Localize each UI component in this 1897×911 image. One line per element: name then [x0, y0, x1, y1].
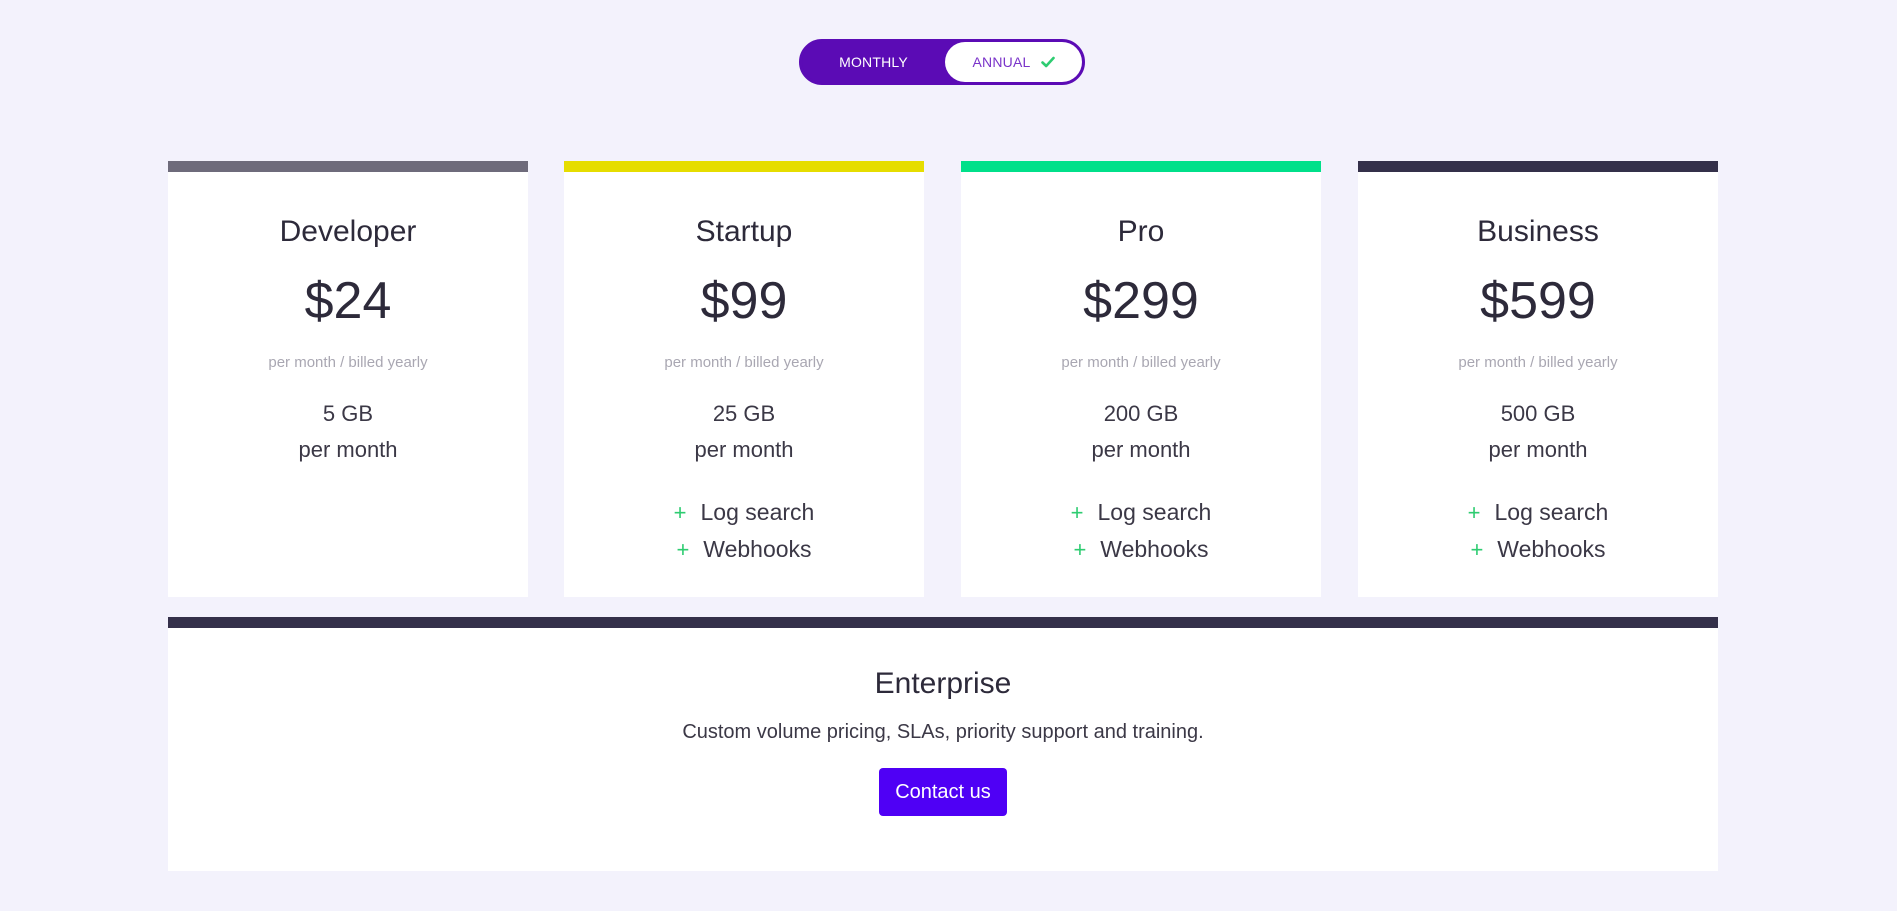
plan-feature-list: + Log search + Webhooks — [961, 494, 1321, 568]
plan-storage-amount: 5 GB — [322, 401, 374, 426]
enterprise-title: Enterprise — [874, 667, 1012, 700]
feature-item: + Log search — [961, 494, 1321, 531]
feature-item: + Webhooks — [1358, 531, 1718, 568]
plan-card-pro: Pro $299 per month / billed yearly 200 G… — [961, 161, 1321, 597]
billing-toggle[interactable]: MONTHLY ANNUAL — [799, 39, 1085, 85]
monthly-option[interactable]: MONTHLY — [802, 42, 945, 82]
contact-us-button[interactable]: Contact us — [879, 768, 1007, 816]
plus-icon: + — [1073, 537, 1087, 562]
plan-billing-note: per month / billed yearly — [268, 354, 428, 371]
plan-name: Pro — [1117, 215, 1165, 248]
check-icon — [1040, 56, 1055, 68]
feature-label: Log search — [700, 499, 815, 525]
plan-price: $299 — [1083, 272, 1199, 330]
plan-billing-note: per month / billed yearly — [1061, 354, 1221, 371]
feature-item: + Webhooks — [564, 531, 924, 568]
plan-storage-amount: 25 GB — [712, 401, 776, 426]
plan-storage: 5 GB per month — [168, 396, 528, 468]
feature-label: Webhooks — [703, 536, 812, 562]
plan-price: $24 — [304, 272, 392, 330]
feature-label: Webhooks — [1497, 536, 1606, 562]
plan-color-bar — [564, 161, 924, 172]
feature-label: Log search — [1097, 499, 1212, 525]
plan-color-bar — [961, 161, 1321, 172]
feature-item: + Log search — [564, 494, 924, 531]
enterprise-color-bar — [168, 617, 1718, 628]
plan-name: Developer — [279, 215, 417, 248]
plan-name: Startup — [695, 215, 793, 248]
plan-storage-amount: 200 GB — [1103, 401, 1179, 426]
feature-label: Webhooks — [1100, 536, 1209, 562]
plus-icon: + — [1070, 500, 1084, 525]
feature-label: Log search — [1494, 499, 1609, 525]
plan-feature-list: + Log search + Webhooks — [1358, 494, 1718, 568]
feature-item: + Webhooks — [961, 531, 1321, 568]
annual-label: ANNUAL — [972, 54, 1031, 70]
plan-storage-amount: 500 GB — [1500, 401, 1576, 426]
plan-storage-period: per month — [1091, 437, 1191, 462]
plus-icon: + — [1467, 500, 1481, 525]
pricing-page: MONTHLY ANNUAL Developer $24 per month /… — [0, 0, 1897, 911]
plan-card-developer: Developer $24 per month / billed yearly … — [168, 161, 528, 597]
plan-price: $599 — [1480, 272, 1596, 330]
plan-price: $99 — [700, 272, 788, 330]
plan-billing-note: per month / billed yearly — [664, 354, 824, 371]
feature-item: + Log search — [1358, 494, 1718, 531]
plan-name: Business — [1477, 215, 1599, 248]
plan-list: Developer $24 per month / billed yearly … — [168, 161, 1718, 597]
enterprise-card: Enterprise Custom volume pricing, SLAs, … — [168, 617, 1718, 871]
plan-color-bar — [1358, 161, 1718, 172]
plus-icon: + — [676, 537, 690, 562]
plan-storage: 500 GB per month — [1358, 396, 1718, 468]
plan-storage: 200 GB per month — [961, 396, 1321, 468]
plan-storage-period: per month — [1488, 437, 1588, 462]
plan-card-business: Business $599 per month / billed yearly … — [1358, 161, 1718, 597]
plan-storage-period: per month — [298, 437, 398, 462]
plan-color-bar — [168, 161, 528, 172]
plan-feature-list: + Log search + Webhooks — [564, 494, 924, 568]
monthly-label: MONTHLY — [839, 54, 908, 70]
plan-storage: 25 GB per month — [564, 396, 924, 468]
plus-icon: + — [673, 500, 687, 525]
plan-storage-period: per month — [694, 437, 794, 462]
plan-billing-note: per month / billed yearly — [1458, 354, 1618, 371]
enterprise-description: Custom volume pricing, SLAs, priority su… — [682, 721, 1204, 743]
plus-icon: + — [1470, 537, 1484, 562]
annual-option[interactable]: ANNUAL — [945, 42, 1082, 82]
plan-card-startup: Startup $99 per month / billed yearly 25… — [564, 161, 924, 597]
